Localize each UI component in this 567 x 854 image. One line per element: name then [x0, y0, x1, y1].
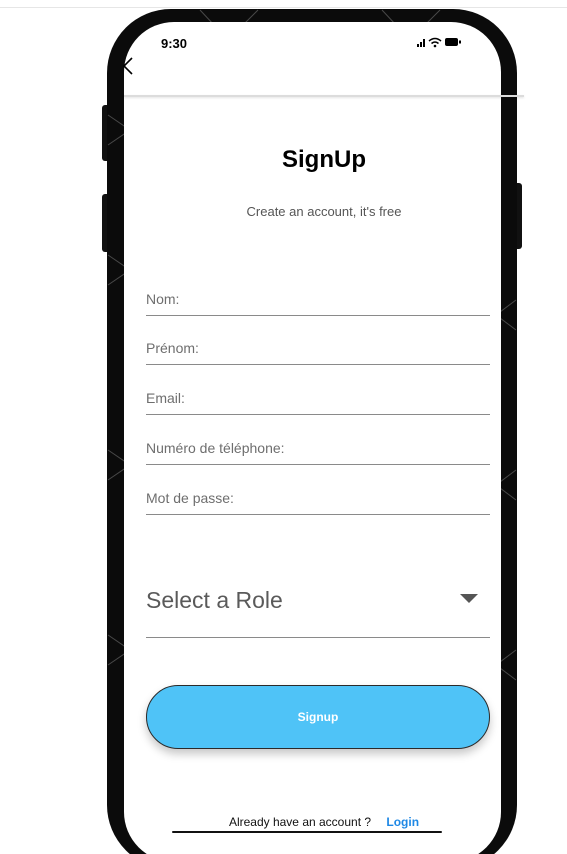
role-select[interactable]: Select a Role — [146, 583, 490, 638]
signal-icon — [417, 39, 425, 47]
phone-number-input[interactable] — [146, 436, 486, 460]
back-button[interactable] — [121, 55, 135, 77]
role-select-label: Select a Role — [146, 587, 283, 613]
prenom-input[interactable] — [146, 336, 486, 360]
login-link[interactable]: Login — [386, 815, 419, 829]
phone-number-field[interactable] — [146, 436, 490, 465]
wifi-icon — [428, 37, 442, 48]
password-field[interactable] — [146, 486, 490, 515]
status-time: 9:30 — [161, 36, 188, 51]
page-subtitle: Create an account, it's free — [246, 204, 402, 219]
appbar-divider — [124, 95, 524, 97]
page-stage: 9:30 SignUp Create an account, it's free — [0, 0, 567, 854]
signup-button[interactable]: Signup — [146, 685, 490, 749]
nom-input[interactable] — [146, 287, 486, 311]
login-prompt: Already have an account ? Login — [124, 815, 524, 829]
dropdown-arrow-icon — [460, 594, 478, 603]
home-indicator — [172, 831, 442, 833]
email-input[interactable] — [146, 386, 486, 410]
nom-field[interactable] — [146, 287, 490, 316]
page-title: SignUp — [282, 146, 366, 173]
password-input[interactable] — [146, 486, 486, 510]
battery-icon — [445, 38, 461, 46]
email-field[interactable] — [146, 386, 490, 415]
chevron-left-icon — [122, 57, 133, 75]
status-icons — [417, 37, 461, 48]
login-prompt-text: Already have an account ? — [228, 815, 372, 829]
top-divider — [0, 7, 567, 8]
prenom-field[interactable] — [146, 336, 490, 365]
